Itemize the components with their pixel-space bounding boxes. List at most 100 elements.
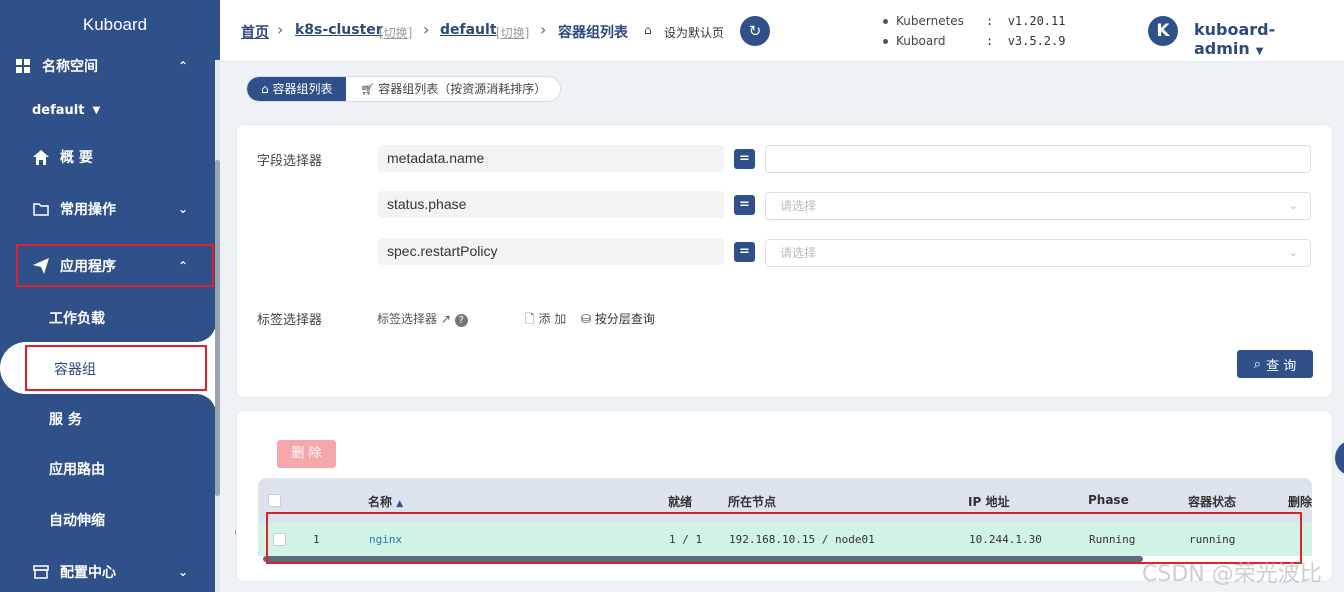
namespace-dropdown[interactable]: default ▼ <box>0 100 214 120</box>
breadcrumb-home[interactable]: 首页 <box>241 22 269 42</box>
column-header-phase: Phase <box>1088 493 1129 507</box>
layered-query-label: 按分层查询 <box>594 312 655 326</box>
sidebar: Kuboard 名称空间 ⌃ default ▼ 概 要 常用操作 ⌄ 应用程序… <box>0 0 220 592</box>
sidebar-namespace-header[interactable]: 名称空间 ⌃ <box>0 54 214 78</box>
label-selector-label: 标签选择器 <box>257 313 323 328</box>
breadcrumb-separator-icon: › <box>540 20 547 39</box>
select-placeholder: 请选择 <box>780 246 817 260</box>
field-key-restart-policy: spec.restartPolicy <box>378 238 724 265</box>
caret-down-icon: ▼ <box>92 104 101 116</box>
home-icon <box>32 148 50 166</box>
namespace-value: default <box>32 102 85 118</box>
add-label: 添 加 <box>538 312 567 326</box>
grid-icon <box>14 57 32 75</box>
switch-namespace-link[interactable]: [切换] <box>496 24 529 41</box>
version-kubernetes: Kubernetes <box>883 14 964 28</box>
version-kuboard: Kuboard <box>883 34 946 48</box>
help-icon: ? <box>454 314 468 327</box>
overview-label: 概 要 <box>60 150 93 166</box>
caret-down-icon: ▼ <box>1255 46 1264 57</box>
select-all-checkbox[interactable] <box>268 494 281 507</box>
database-icon: ⛁ <box>581 312 592 326</box>
switch-cluster-link[interactable]: [切换] <box>379 24 412 41</box>
chevron-down-icon: ⌄ <box>1288 199 1298 212</box>
add-label-button[interactable]: 🗋︎ 添 加 <box>525 310 566 331</box>
tab-label: 容器组列表（按资源消耗排序） <box>378 82 547 96</box>
column-header-name[interactable]: 名称 ▲ <box>368 493 403 510</box>
avatar[interactable]: K <box>1148 16 1178 46</box>
select-placeholder: 请选择 <box>780 199 817 213</box>
view-tabs: ⌂ 容器组列表 🛒︎ 容器组列表（按资源消耗排序） <box>246 76 562 102</box>
field-key-phase: status.phase <box>378 191 724 218</box>
column-header-delete: 删除 <box>1288 495 1313 509</box>
column-header-container-status: 容器状态 <box>1188 495 1237 509</box>
operator-equals: = <box>734 195 755 215</box>
sidebar-item-common-ops[interactable]: 常用操作 ⌄ <box>0 198 214 220</box>
chevron-down-icon: ⌄ <box>177 202 188 216</box>
kuboard-version: v3.5.2.9 <box>1007 34 1066 48</box>
cart-icon: 🛒︎ <box>360 83 375 96</box>
tab-pod-list-by-resource[interactable]: 🛒︎ 容器组列表（按资源消耗排序） <box>346 77 560 101</box>
operator-equals: = <box>734 149 755 169</box>
namespace-label: 名称空间 <box>42 59 98 75</box>
field-selector-label: 字段选择器 <box>257 154 323 169</box>
sidebar-item-config-center[interactable]: 配置中心 ⌄ <box>0 561 214 583</box>
sidebar-item-autoscale[interactable]: 自动伸缩 <box>49 510 105 530</box>
breadcrumb-current: 容器组列表 <box>558 25 628 41</box>
name-input[interactable] <box>765 145 1311 173</box>
tab-label: 容器组列表 <box>272 82 333 96</box>
version-name: Kuboard <box>896 34 946 48</box>
label-selector-link-text: 标签选择器 <box>377 312 438 326</box>
operator-equals: = <box>734 242 755 262</box>
breadcrumb-namespace[interactable]: default <box>440 22 497 38</box>
sidebar-scrollbar[interactable] <box>215 60 220 592</box>
sidebar-item-workloads[interactable]: 工作负载 <box>49 308 105 328</box>
external-link-icon: ↗ <box>440 312 451 326</box>
config-center-label: 配置中心 <box>60 565 116 581</box>
column-header-ip: IP 地址 <box>968 495 1010 509</box>
layered-query-button[interactable]: ⛁ 按分层查询 <box>581 310 655 327</box>
breadcrumb-cluster[interactable]: k8s-cluster <box>295 22 383 38</box>
bullet-icon <box>883 19 888 24</box>
user-menu[interactable]: kuboard-admin ▼ <box>1194 20 1344 58</box>
bullet-icon <box>883 39 888 44</box>
kubernetes-version: v1.20.11 <box>1007 14 1066 28</box>
side-toggle-button[interactable] <box>1335 440 1344 476</box>
home-small-icon: ⌂ <box>644 23 652 37</box>
home-tab-icon: ⌂ <box>261 82 269 96</box>
breadcrumb-separator-icon: › <box>277 20 284 39</box>
breadcrumb-separator-icon: › <box>423 20 430 39</box>
refresh-icon: ↻ <box>748 22 762 40</box>
sort-icon[interactable]: ▲ <box>396 499 403 509</box>
highlight-applications <box>16 244 214 287</box>
column-header-ready: 就绪 <box>668 495 693 509</box>
version-name: Kubernetes <box>896 14 964 28</box>
folder-icon <box>32 200 50 218</box>
query-label: 查 询 <box>1266 358 1297 374</box>
sidebar-item-routes[interactable]: 应用路由 <box>49 459 105 479</box>
query-button[interactable]: ⌕ 查 询 <box>1237 350 1313 378</box>
search-icon: ⌕ <box>1253 356 1262 372</box>
chevron-down-icon: ⌄ <box>177 565 188 579</box>
set-default-link[interactable]: 设为默认页 <box>664 24 724 41</box>
chevron-down-icon: ⌄ <box>1288 246 1298 259</box>
scrollbar-thumb[interactable] <box>215 160 220 496</box>
chevron-up-icon: ⌃ <box>177 59 188 73</box>
common-ops-label: 常用操作 <box>60 202 116 218</box>
column-label: 名称 <box>368 495 393 509</box>
sidebar-item-services[interactable]: 服 务 <box>49 409 82 429</box>
refresh-button[interactable]: ↻ <box>740 16 770 46</box>
highlight-pods <box>25 345 207 391</box>
restart-policy-select[interactable]: 请选择 ⌄ <box>765 239 1311 267</box>
delete-button[interactable]: 删 除 <box>277 440 336 468</box>
archive-icon <box>32 563 50 581</box>
sidebar-item-overview[interactable]: 概 要 <box>0 146 214 168</box>
watermark: CSDN @荣光波比 <box>1142 562 1322 587</box>
label-selector-help-link[interactable]: 标签选择器 ↗ ? <box>377 310 468 327</box>
file-add-icon: 🗋︎ <box>525 312 535 326</box>
version-value: : v1.20.11 <box>986 14 1066 28</box>
phase-select[interactable]: 请选择 ⌄ <box>765 192 1311 220</box>
version-value: : v3.5.2.9 <box>986 34 1066 48</box>
field-key-name: metadata.name <box>378 145 724 172</box>
tab-pod-list[interactable]: ⌂ 容器组列表 <box>247 77 347 101</box>
